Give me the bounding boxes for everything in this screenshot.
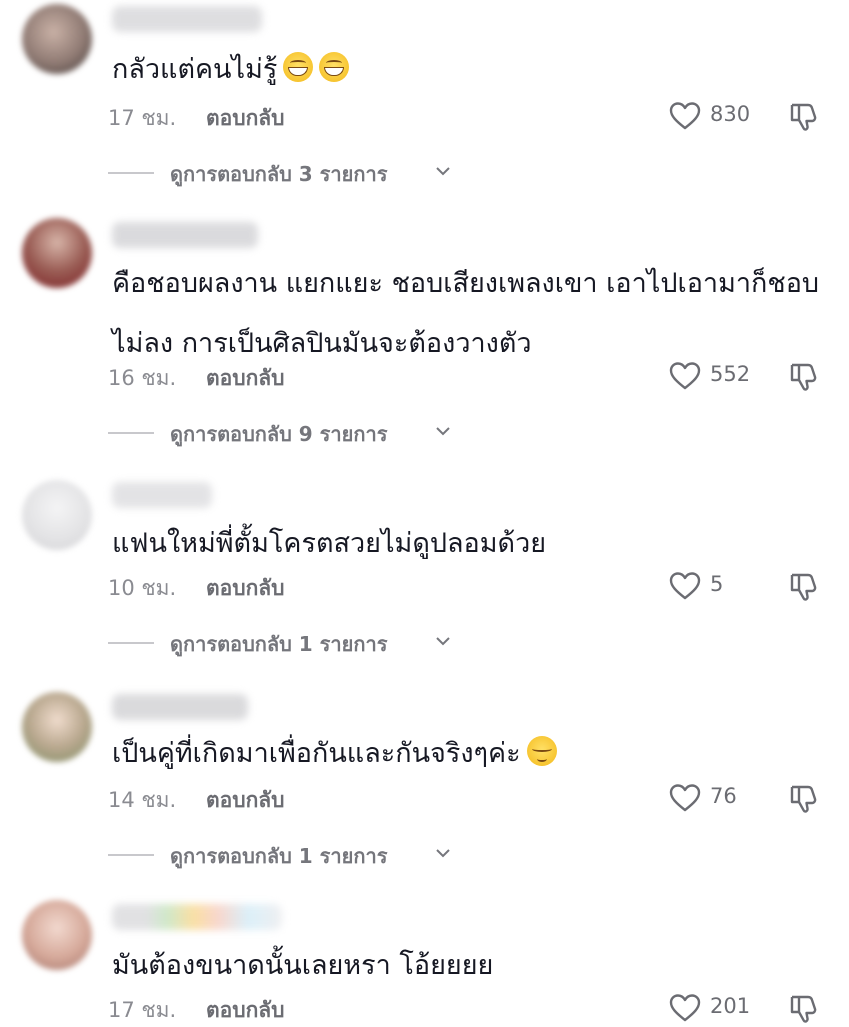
comment-meta: 16 ชม. ตอบกลับ 552 [108, 360, 828, 392]
view-replies-label: ดูการตอบกลับ 1 รายการ [170, 844, 388, 868]
comment-text: แฟนใหม่พี่ตั้มโครตสวยไม่ดูปลอมด้วย [112, 528, 547, 559]
comment-time: 14 ชม. [108, 788, 177, 812]
like-count: 552 [710, 362, 751, 386]
like-button[interactable]: 830 [668, 100, 778, 132]
comment-time: 17 ชม. [108, 998, 177, 1022]
like-count: 201 [710, 994, 751, 1018]
divider [108, 642, 154, 644]
heart-icon [669, 784, 701, 812]
reply-button[interactable]: ตอบกลับ [206, 784, 285, 817]
grin-emoji-icon [319, 52, 350, 82]
avatar[interactable] [22, 692, 92, 762]
heart-icon [669, 572, 701, 600]
comment-text: เป็นคู่ที่เกิดมาเพื่อกันและกันจริงๆค่ะ [112, 724, 832, 784]
view-replies-button[interactable]: ดูการตอบกลับ 1 รายการ [108, 628, 488, 658]
comment-time: 17 ชม. [108, 106, 177, 130]
like-button[interactable]: 5 [668, 570, 778, 602]
view-replies-label: ดูการตอบกลับ 1 รายการ [170, 632, 388, 656]
thumbs-down-icon[interactable] [788, 100, 820, 132]
thumbs-down-icon[interactable] [788, 570, 820, 602]
chevron-down-icon [436, 167, 450, 176]
like-button[interactable]: 76 [668, 782, 778, 814]
divider [108, 854, 154, 856]
thumbs-down-icon[interactable] [788, 360, 820, 392]
comment-meta: 17 ชม. ตอบกลับ 830 [108, 100, 828, 132]
chevron-down-icon [436, 849, 450, 858]
username[interactable] [112, 482, 212, 508]
comment-text: คือชอบผลงาน แยกแยะ ชอบเสียงเพลงเขา เอาไป… [112, 268, 820, 359]
relieved-emoji-icon [526, 736, 557, 766]
reply-button[interactable]: ตอบกลับ [206, 102, 285, 135]
avatar[interactable] [22, 900, 92, 970]
comment-meta: 10 ชม. ตอบกลับ 5 [108, 570, 828, 602]
chevron-down-icon [436, 427, 450, 436]
view-replies-label: ดูการตอบกลับ 9 รายการ [170, 422, 388, 446]
avatar[interactable] [22, 4, 92, 74]
avatar[interactable] [22, 218, 92, 288]
comment-meta: 14 ชม. ตอบกลับ 76 [108, 782, 828, 814]
like-count: 76 [710, 784, 737, 808]
view-replies-button[interactable]: ดูการตอบกลับ 9 รายการ [108, 418, 488, 448]
like-count: 830 [710, 102, 751, 126]
reply-button[interactable]: ตอบกลับ [206, 994, 285, 1027]
avatar[interactable] [22, 480, 92, 550]
comment-text: มันต้องขนาดนั้นเลยหรา โอ้ยยยย [112, 950, 494, 981]
chevron-down-icon [436, 637, 450, 646]
username[interactable] [112, 694, 248, 720]
comment-meta: 17 ชม. ตอบกลับ 201 [108, 992, 828, 1024]
like-button[interactable]: 201 [668, 992, 778, 1024]
comment-time: 16 ชม. [108, 366, 177, 390]
thumbs-down-icon[interactable] [788, 992, 820, 1024]
like-count: 5 [710, 572, 724, 596]
reply-button[interactable]: ตอบกลับ [206, 362, 285, 395]
comment-time: 10 ชม. [108, 576, 177, 600]
username[interactable] [112, 6, 262, 32]
heart-icon [669, 994, 701, 1022]
username[interactable] [112, 904, 282, 930]
grin-emoji-icon [283, 52, 314, 82]
view-replies-button[interactable]: ดูการตอบกลับ 1 รายการ [108, 840, 488, 870]
reply-button[interactable]: ตอบกลับ [206, 572, 285, 605]
divider [108, 432, 154, 434]
view-replies-label: ดูการตอบกลับ 3 รายการ [170, 162, 388, 186]
comment-text: กลัวแต่คนไม่รู้ [112, 40, 832, 100]
heart-icon [669, 362, 701, 390]
heart-icon [669, 102, 701, 130]
like-button[interactable]: 552 [668, 360, 778, 392]
username[interactable] [112, 222, 258, 248]
divider [108, 172, 154, 174]
view-replies-button[interactable]: ดูการตอบกลับ 3 รายการ [108, 158, 488, 188]
thumbs-down-icon[interactable] [788, 782, 820, 814]
